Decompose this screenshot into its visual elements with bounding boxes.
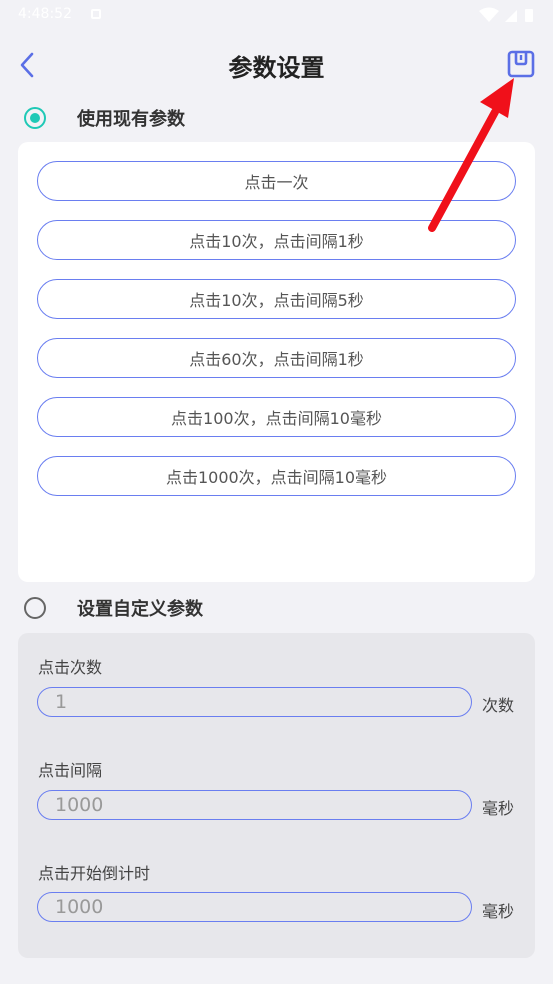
app-header: 参数设置 [0,32,553,98]
page-title: 参数设置 [228,54,325,82]
click-count-input[interactable]: 1 [37,687,472,717]
preset-option-button[interactable]: 点击10次，点击间隔1秒 [37,220,516,260]
preset-option-button[interactable]: 点击10次，点击间隔5秒 [37,279,516,319]
preset-option-button[interactable]: 点击一次 [37,161,516,201]
click-interval-label: 点击间隔 [38,761,103,780]
preset-radio-label: 使用现有参数 [77,109,185,130]
preset-option-button[interactable]: 点击60次，点击间隔1秒 [37,338,516,378]
status-icons [479,7,533,22]
custom-radio[interactable] [24,597,46,619]
countdown-unit: 毫秒 [482,902,515,921]
status-bar: 4:48:52 [0,0,553,32]
preset-radio-row[interactable]: 使用现有参数 [24,102,185,134]
preset-option-button[interactable]: 点击1000次，点击间隔10毫秒 [37,456,516,496]
save-icon [507,50,535,78]
save-button[interactable] [502,45,540,83]
battery-icon [525,9,533,22]
custom-params-card: 点击次数 1 次数 点击间隔 1000 毫秒 点击开始倒计时 1000 毫秒 [18,633,535,958]
custom-radio-label: 设置自定义参数 [77,599,203,620]
wifi-icon [479,7,499,22]
click-count-label: 点击次数 [38,658,103,677]
countdown-label: 点击开始倒计时 [38,864,151,883]
click-interval-unit: 毫秒 [482,799,515,818]
click-count-unit: 次数 [482,696,515,715]
countdown-input[interactable]: 1000 [37,892,472,922]
custom-radio-row[interactable]: 设置自定义参数 [24,592,203,624]
preset-options-card: 点击一次 点击10次，点击间隔1秒 点击10次，点击间隔5秒 点击60次，点击间… [18,142,535,582]
click-interval-input[interactable]: 1000 [37,790,472,820]
status-time: 4:48:52 [18,6,72,22]
signal-icon [505,10,517,22]
preset-option-button[interactable]: 点击100次，点击间隔10毫秒 [37,397,516,437]
notification-icon [91,9,101,19]
preset-radio[interactable] [24,107,46,129]
